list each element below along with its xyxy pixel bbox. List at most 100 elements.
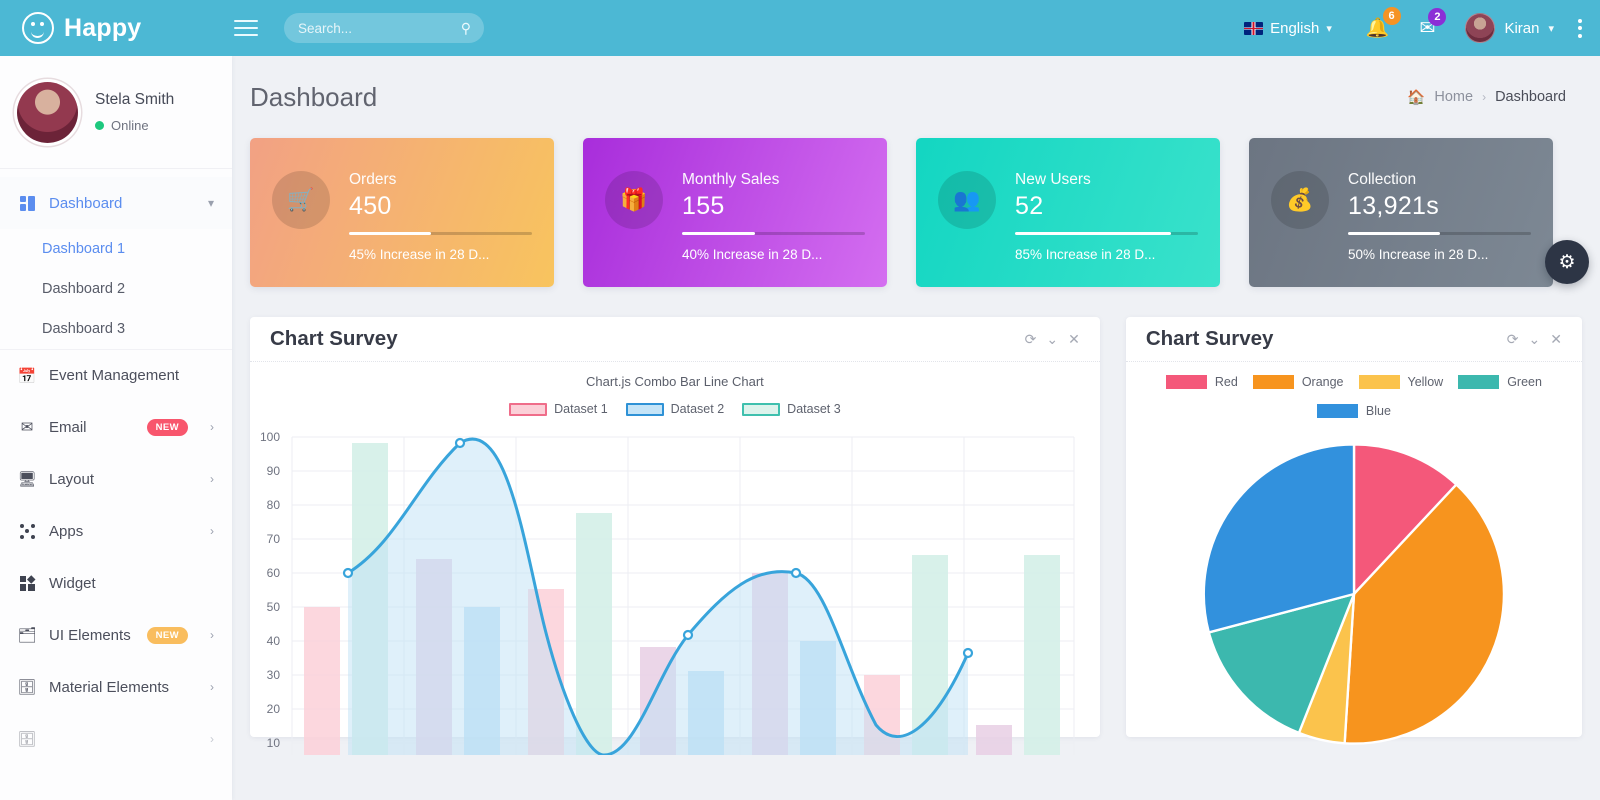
dashboard-submenu: Dashboard 1 Dashboard 2 Dashboard 3 <box>0 229 232 349</box>
search-icon[interactable]: ⚲ <box>461 20 471 37</box>
sidebar-item-dashboard[interactable]: Dashboard ▾ <box>0 177 232 229</box>
apps-icon <box>18 523 36 539</box>
profile-status: Online <box>95 118 174 133</box>
avatar <box>1465 13 1496 43</box>
calendar-icon: 📅 <box>17 367 37 385</box>
legend-swatch <box>1458 375 1500 389</box>
hamburger-bar <box>234 33 258 37</box>
sidebar-item-email[interactable]: ✉ Email NEW › <box>0 401 232 453</box>
sidebar-item-widget[interactable]: Widget <box>0 557 232 609</box>
y-tick: 10 <box>266 736 280 750</box>
legend-item[interactable]: Red <box>1165 375 1238 389</box>
chart-title: Chart.js Combo Bar Line Chart <box>586 374 764 389</box>
y-tick: 50 <box>266 600 280 614</box>
material-icon: 🗄 <box>17 679 37 696</box>
sidebar-item-material-elements[interactable]: 🗄 Material Elements › <box>0 661 232 713</box>
hamburger-bar <box>234 26 258 30</box>
dot <box>1578 33 1582 38</box>
user-name-label: Kiran <box>1504 19 1540 37</box>
stat-card-new-users[interactable]: 👥 New Users 52 85% Increase in 28 D... <box>916 138 1220 287</box>
messages-button[interactable]: ✉ 2 <box>1420 7 1447 40</box>
forms-icon: 🗄 <box>17 731 37 748</box>
progress-bar <box>682 232 865 235</box>
sidebar-item-partial[interactable]: 🗄 › <box>0 713 232 765</box>
chart-legend: Dataset 1 Dataset 2 Dataset 3 <box>250 389 1100 416</box>
panel-actions: ⟳ ⌄ ✕ <box>1507 331 1562 348</box>
sidebar-item-event-management[interactable]: 📅 Event Management <box>0 349 232 401</box>
breadcrumb-current: Dashboard <box>1495 89 1566 105</box>
new-badge: NEW <box>146 626 188 644</box>
notifications-button[interactable]: 🔔 6 <box>1366 7 1401 40</box>
sidebar-subitem-dashboard-3[interactable]: Dashboard 3 <box>0 309 232 349</box>
chevron-right-icon: › <box>210 732 214 746</box>
legend-item[interactable]: Yellow <box>1358 375 1444 389</box>
sidebar-item-label: Event Management <box>49 367 180 384</box>
legend-item[interactable]: Green <box>1458 375 1542 389</box>
shopping-cart-icon: 🛒 <box>272 171 330 229</box>
legend-item[interactable]: Dataset 1 <box>509 402 608 416</box>
page-title: Dashboard <box>250 81 378 112</box>
stat-card-monthly-sales[interactable]: 🎁 Monthly Sales 155 40% Increase in 28 D… <box>583 138 887 287</box>
sidebar: Stela Smith Online Dashboard ▾ Dashboard… <box>0 56 232 800</box>
refresh-icon[interactable]: ⟳ <box>1507 331 1519 348</box>
breadcrumb-separator: › <box>1482 90 1487 104</box>
legend-item[interactable]: Orange <box>1252 375 1344 389</box>
sidebar-subitem-dashboard-2[interactable]: Dashboard 2 <box>0 269 232 309</box>
sidebar-item-ui-elements[interactable]: 🗂 UI Elements NEW › <box>0 609 232 661</box>
chevron-down-icon: ▾ <box>1548 22 1554 35</box>
close-icon[interactable]: ✕ <box>1550 331 1562 348</box>
sidebar-subitem-dashboard-1[interactable]: Dashboard 1 <box>0 229 232 269</box>
messages-badge: 2 <box>1428 7 1447 26</box>
legend-label: Yellow <box>1407 375 1444 389</box>
more-options-button[interactable] <box>1578 18 1582 38</box>
sidebar-item-apps[interactable]: Apps › <box>0 505 232 557</box>
page-header: Dashboard 🏠 Home › Dashboard <box>232 56 1600 138</box>
sidebar-item-label: Layout <box>49 470 95 488</box>
bar-dataset3 <box>1024 555 1060 755</box>
profile-name: Stela Smith <box>95 91 175 108</box>
chevron-right-icon: › <box>210 524 214 538</box>
search-input[interactable] <box>298 20 448 36</box>
home-icon: 🏠 <box>1407 89 1426 106</box>
close-icon[interactable]: ✕ <box>1068 331 1080 348</box>
progress-bar <box>349 232 532 235</box>
breadcrumb-home[interactable]: Home <box>1434 89 1473 105</box>
stat-card-value: 450 <box>349 192 392 220</box>
stat-card-orders[interactable]: 🛒 Orders 450 45% Increase in 28 D... <box>250 138 554 287</box>
stat-card-subtitle: 45% Increase in 28 D... <box>349 246 490 262</box>
new-badge: NEW <box>146 418 188 436</box>
sidebar-item-label: Dashboard <box>49 194 123 212</box>
legend-swatch <box>1358 375 1400 389</box>
chevron-down-icon[interactable]: ⌄ <box>1529 331 1541 348</box>
y-tick: 40 <box>266 634 280 648</box>
language-selector[interactable]: English ▾ <box>1244 20 1332 37</box>
legend-item[interactable]: Dataset 3 <box>742 402 841 416</box>
panel-title: Chart Survey <box>270 327 398 350</box>
stat-card-collection[interactable]: 💰 Collection 13,921s 50% Increase in 28 … <box>1249 138 1553 287</box>
language-label: English <box>1270 19 1320 37</box>
sidebar-item-label: Material Elements <box>49 678 170 696</box>
sidebar-item-layout[interactable]: 🖥 Layout › <box>0 453 232 505</box>
uk-flag-icon <box>1244 21 1264 35</box>
brand-logo[interactable]: Happy <box>0 12 232 44</box>
search-box[interactable]: ⚲ <box>284 13 484 43</box>
legend-item[interactable]: Dataset 2 <box>625 402 724 416</box>
brand-name: Happy <box>64 13 142 42</box>
legend-item[interactable]: Blue <box>1154 404 1554 418</box>
user-menu[interactable]: Kiran ▾ <box>1465 13 1554 43</box>
refresh-icon[interactable]: ⟳ <box>1025 331 1037 348</box>
sidebar-profile[interactable]: Stela Smith Online <box>0 56 232 169</box>
envelope-icon: ✉ <box>20 419 34 436</box>
settings-fab-button[interactable]: ⚙ <box>1545 240 1589 284</box>
chevron-down-icon: ▾ <box>207 196 214 210</box>
grid-icon <box>18 195 36 211</box>
y-tick: 70 <box>266 532 280 546</box>
monitor-icon: 🖥 <box>17 471 37 488</box>
sidebar-item-label: Email <box>49 418 87 436</box>
chevron-down-icon[interactable]: ⌄ <box>1046 331 1058 348</box>
menu-toggle-button[interactable] <box>234 15 258 41</box>
stat-card-subtitle: 85% Increase in 28 D... <box>1015 246 1156 262</box>
legend-swatch <box>1252 375 1294 389</box>
profile-avatar <box>14 78 81 146</box>
stat-card-subtitle: 40% Increase in 28 D... <box>682 246 823 262</box>
